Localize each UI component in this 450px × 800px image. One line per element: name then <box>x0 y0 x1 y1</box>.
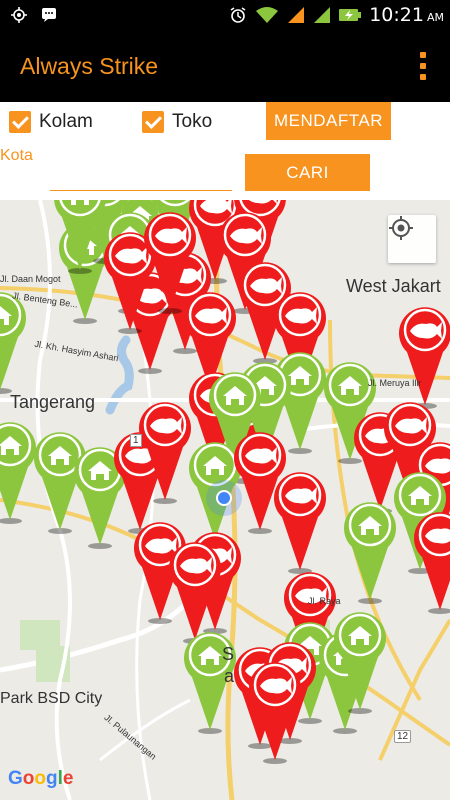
kolam-checkbox[interactable]: Kolam <box>9 111 93 133</box>
shop-marker-store-icon[interactable] <box>0 292 26 394</box>
map-label-s: S <box>222 644 235 664</box>
map-shield-12: 12 <box>394 730 412 743</box>
toko-label: Toko <box>172 111 213 132</box>
signal-green-icon <box>313 6 331 24</box>
city-input[interactable] <box>50 164 232 191</box>
toko-checkbox[interactable]: Toko <box>142 111 212 133</box>
city-label: Kota <box>0 147 33 164</box>
filter-panel: Kolam Toko MENDAFTAR Kota CARI <box>0 102 450 200</box>
overflow-menu-icon[interactable] <box>420 52 428 80</box>
map-label-a: a <box>224 666 235 686</box>
my-location-button[interactable] <box>388 215 436 263</box>
map-label-daan-mogot: Jl. Daan Mogot <box>0 274 61 284</box>
checkbox-checked-icon <box>142 111 164 133</box>
status-bar: 10:21 AM <box>0 0 450 30</box>
kolam-label: Kolam <box>39 111 93 132</box>
shop-marker-store-icon[interactable] <box>0 422 36 524</box>
pond-marker-fish-icon[interactable] <box>274 472 326 574</box>
checkbox-checked-icon <box>9 111 31 133</box>
bbm-icon <box>40 6 58 24</box>
register-button[interactable]: MENDAFTAR <box>266 102 391 140</box>
wifi-icon <box>255 6 279 24</box>
crosshair-icon <box>389 216 413 240</box>
google-logo: Google <box>8 768 74 789</box>
map-label-raya: Jl. Raya <box>308 596 341 606</box>
map-view[interactable]: West Jakart Tangerang Park BSD City Jl. … <box>0 200 450 800</box>
shop-marker-store-icon[interactable] <box>344 502 396 604</box>
signal-orange-icon <box>287 6 305 24</box>
map-label-tangerang: Tangerang <box>10 392 96 412</box>
app-title: Always Strike <box>20 53 159 79</box>
map-shield-1: 1 <box>130 434 142 447</box>
pond-marker-fish-icon[interactable] <box>399 307 450 409</box>
map-label-meruya: Jl. Meruya Ilir <box>368 378 422 388</box>
app-bar: Always Strike <box>0 30 450 102</box>
search-button[interactable]: CARI <box>245 154 370 191</box>
map-label-park-bsd: Park BSD City <box>0 690 103 707</box>
battery-charging-icon <box>339 6 362 24</box>
gps-icon <box>10 6 28 24</box>
alarm-icon <box>229 6 247 24</box>
status-clock: 10:21 AM <box>369 4 444 26</box>
my-location-dot <box>206 480 242 516</box>
map-label-west-jakarta: West Jakart <box>346 276 441 296</box>
